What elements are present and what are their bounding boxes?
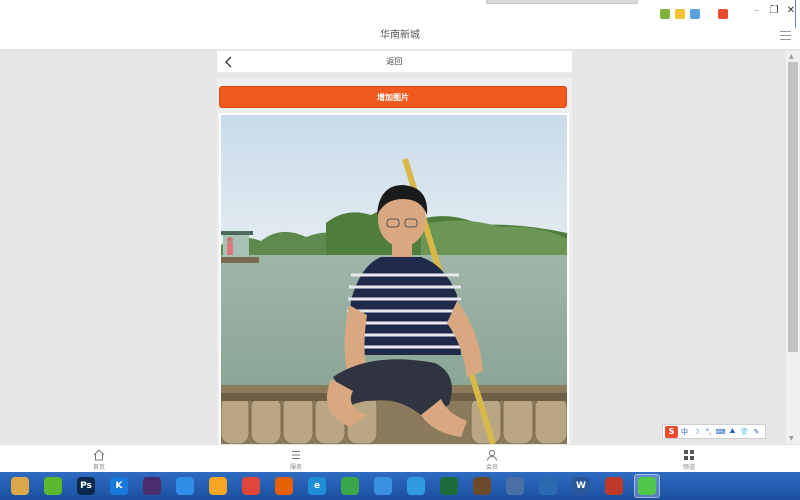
word-icon: W — [572, 477, 590, 495]
tab-service-label: 服务 — [289, 464, 302, 471]
windows-taskbar: Ps Ke W — [0, 472, 800, 500]
gear-app-icon — [473, 477, 491, 495]
file-explorer-icon — [11, 477, 29, 495]
taskbar-baidu-cloud-icon[interactable] — [370, 474, 396, 498]
pen-tool-icon — [176, 477, 194, 495]
taskbar-monitor-app-icon[interactable] — [502, 474, 528, 498]
sogou-ime-icon[interactable]: S — [665, 425, 678, 438]
shield-app-icon — [209, 477, 227, 495]
taskbar-chrome-icon[interactable] — [238, 474, 264, 498]
taskbar-green-arrow-app-icon[interactable] — [337, 474, 363, 498]
tab-channel[interactable]: 频道 — [659, 447, 719, 471]
tab-channel-label: 频道 — [682, 464, 695, 471]
taskbar-internet-explorer-icon[interactable]: e — [304, 474, 330, 498]
green-arrow-app-icon — [341, 477, 359, 495]
baidu-cloud-icon — [374, 477, 392, 495]
back-label[interactable]: 返回 — [217, 51, 572, 73]
taskbar-photoshop-icon[interactable]: Ps — [73, 474, 99, 498]
tab-member[interactable]: 会员 — [462, 447, 522, 471]
tray-network-icon[interactable] — [690, 9, 700, 19]
list-icon — [292, 451, 300, 459]
tab-home-label: 首页 — [92, 464, 105, 471]
ime-halfwidth-icon[interactable]: ☽ — [691, 428, 702, 436]
ime-skin-icon[interactable]: 👕 — [739, 428, 750, 436]
taskbar-firefox-icon[interactable] — [271, 474, 297, 498]
wechat-icon — [638, 477, 656, 495]
360-browser-green-icon — [44, 477, 62, 495]
person-icon — [487, 449, 497, 461]
bottom-tab-bar: 首页 服务 会员 频道 — [0, 444, 800, 472]
taskbar-wechat-icon[interactable] — [634, 474, 660, 498]
monitor-app-icon — [506, 477, 524, 495]
chrome-icon — [242, 477, 260, 495]
clock-date: 2015/9/23 — [745, 15, 787, 24]
taskbar-360-browser-green-icon[interactable] — [40, 474, 66, 498]
internet-explorer-icon: e — [308, 477, 326, 495]
eclipse-icon — [143, 477, 161, 495]
media-app-icon — [539, 477, 557, 495]
ime-tools-icon[interactable]: ✎ — [751, 428, 762, 436]
home-icon — [93, 449, 105, 461]
kugou-icon: K — [110, 477, 128, 495]
taskbar-word-icon[interactable]: W — [568, 474, 594, 498]
tray-app-icon[interactable] — [660, 9, 670, 19]
eye-app-icon — [440, 477, 458, 495]
taskbar-kugou-icon[interactable]: K — [106, 474, 132, 498]
taskbar-sync-app-icon[interactable] — [403, 474, 429, 498]
tray-sogou-icon[interactable] — [718, 9, 728, 19]
taskbar-shield-app-icon[interactable] — [205, 474, 231, 498]
hamburger-menu-icon[interactable] — [780, 31, 791, 40]
taskbar-eye-app-icon[interactable] — [436, 474, 462, 498]
photoshop-icon: Ps — [77, 477, 95, 495]
taskbar-media-app-icon[interactable] — [535, 474, 561, 498]
tab-service[interactable]: 服务 — [266, 447, 326, 471]
show-desktop-button[interactable] — [795, 0, 800, 28]
taskbar-clock[interactable]: 13:28 2015/9/23 — [740, 3, 792, 25]
taskbar-pen-tool-icon[interactable] — [172, 474, 198, 498]
uploaded-photo — [221, 115, 567, 444]
ime-mode-toggle[interactable]: 中 — [679, 427, 690, 437]
ime-keyboard-icon[interactable]: ⌨ — [715, 428, 726, 436]
system-tray: 中 — [660, 0, 728, 28]
house-app-icon — [605, 477, 623, 495]
tab-home[interactable]: 首页 — [69, 447, 129, 471]
scroll-up-icon[interactable]: ▲ — [789, 53, 794, 60]
ime-toolbar[interactable]: S 中 ☽ °, ⌨ ⛰ 👕 ✎ — [662, 424, 766, 439]
titlebar-tab[interactable] — [486, 0, 638, 4]
tray-ime-indicator[interactable]: 中 — [705, 9, 713, 20]
grid-icon — [684, 450, 694, 460]
taskbar-gear-app-icon[interactable] — [469, 474, 495, 498]
ime-user-icon[interactable]: ⛰ — [727, 427, 738, 436]
page-header: 返回 — [217, 51, 572, 73]
taskbar-file-explorer-icon[interactable] — [7, 474, 33, 498]
clock-time: 13:28 — [754, 4, 778, 13]
taskbar-house-app-icon[interactable] — [601, 474, 627, 498]
ime-punctuation-icon[interactable]: °, — [703, 428, 714, 436]
scroll-down-icon[interactable]: ▼ — [789, 435, 794, 442]
scrollbar-thumb[interactable] — [788, 62, 798, 352]
firefox-icon — [275, 477, 293, 495]
tab-member-label: 会员 — [485, 464, 498, 471]
tray-qq-icon[interactable] — [675, 9, 685, 19]
sync-app-icon — [407, 477, 425, 495]
photo-card[interactable] — [219, 113, 569, 444]
taskbar-eclipse-icon[interactable] — [139, 474, 165, 498]
add-picture-button[interactable]: 增加图片 — [219, 86, 567, 108]
